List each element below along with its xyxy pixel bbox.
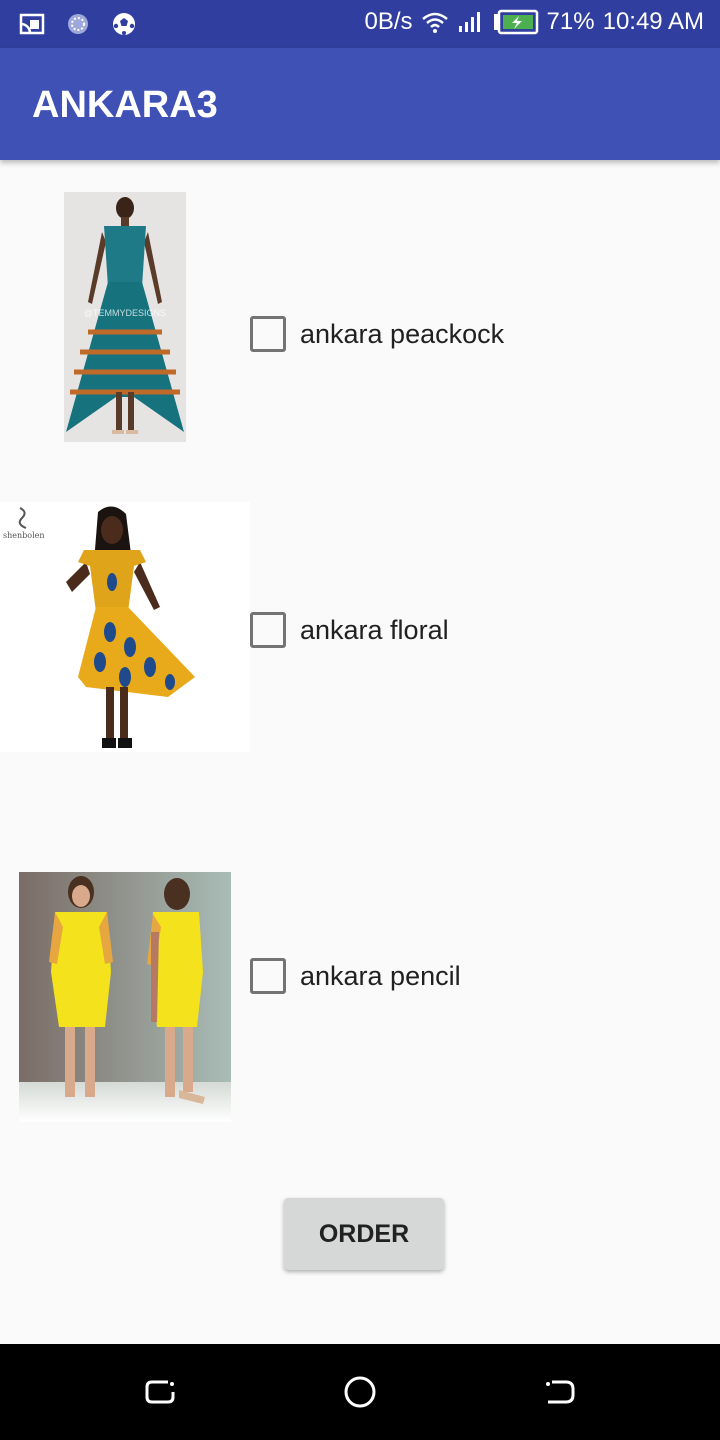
app-bar: ANKARA3 <box>0 48 720 160</box>
battery-percent: 71% <box>546 8 595 35</box>
product-image-pencil <box>19 872 231 1122</box>
home-icon[interactable] <box>342 1374 378 1410</box>
product-image-peackock: @TEMMYDESIGNS <box>64 192 186 442</box>
checkbox-floral[interactable] <box>250 612 286 648</box>
battery-charging-icon <box>493 9 538 35</box>
cast-icon <box>19 13 45 35</box>
net-speed: 0B/s <box>364 8 413 35</box>
checkbox-row-peackock[interactable]: ankara peackock <box>250 316 504 352</box>
checkbox-label-pencil: ankara pencil <box>300 960 461 991</box>
status-right: 0B/s 71% 10:49 AM <box>365 8 704 36</box>
back-icon[interactable] <box>542 1374 578 1410</box>
app-title: ANKARA3 <box>32 84 218 126</box>
wifi-icon <box>421 12 448 33</box>
checkbox-label-peackock: ankara peackock <box>300 318 505 349</box>
product-image-watermark: @TEMMYDESIGNS <box>84 308 166 318</box>
recents-icon[interactable] <box>142 1374 178 1410</box>
navigation-bar <box>0 1344 720 1440</box>
signal-icon <box>458 12 480 32</box>
status-left-icons <box>18 10 138 38</box>
checkbox-label-floral: ankara floral <box>300 614 449 645</box>
checkbox-row-floral[interactable]: ankara floral <box>250 612 449 648</box>
checkbox-pencil[interactable] <box>250 958 286 994</box>
status-bar: 0B/s 71% 10:49 AM <box>0 0 720 48</box>
soccer-ball-icon <box>113 13 135 35</box>
brand-logo-text: shenbolen <box>3 531 45 540</box>
checkbox-row-pencil[interactable]: ankara pencil <box>250 958 461 994</box>
checkbox-peackock[interactable] <box>250 316 286 352</box>
sync-icon <box>68 14 88 34</box>
order-button[interactable]: ORDER <box>284 1198 444 1270</box>
clock: 10:49 AM <box>602 8 704 35</box>
product-image-floral: shenbolen <box>0 502 250 752</box>
